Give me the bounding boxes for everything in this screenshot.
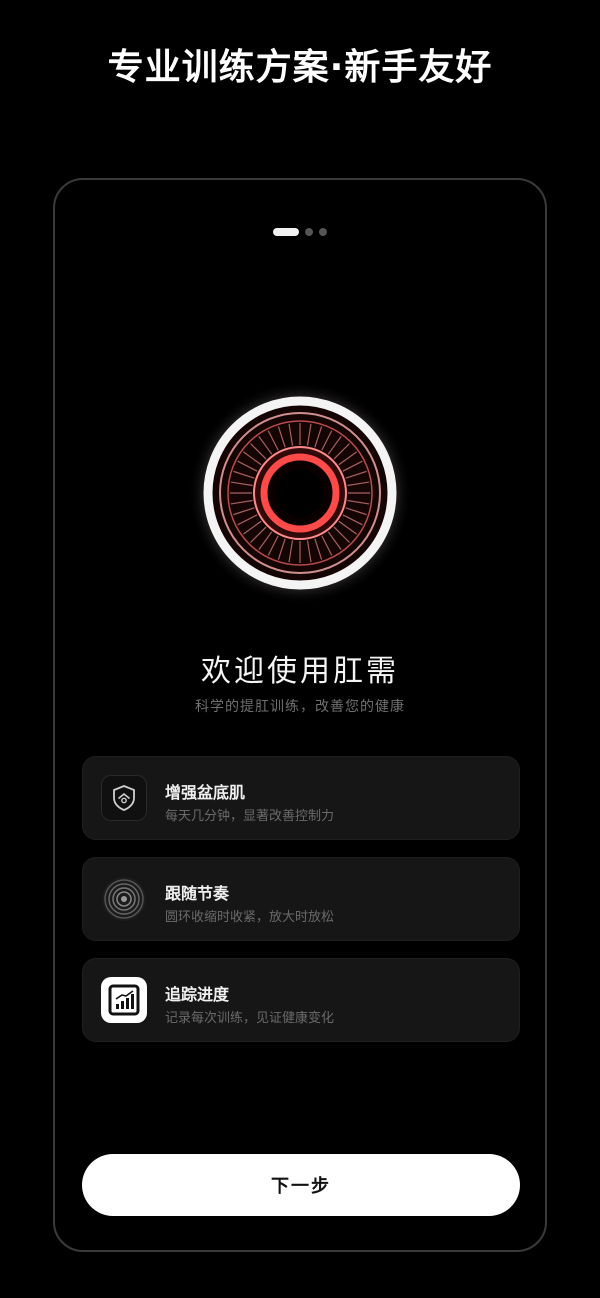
page-dot: [305, 228, 313, 236]
feature-card-progress: 追踪进度 记录每次训练，见证健康变化: [82, 958, 520, 1042]
next-step-button[interactable]: 下一步: [82, 1154, 520, 1216]
feature-card-pelvic: 增强盆底肌 每天几分钟，显著改善控制力: [82, 756, 520, 840]
breathing-ring-icon: [188, 381, 412, 605]
page-dot-active: [273, 228, 299, 236]
feature-description: 每天几分钟，显著改善控制力: [165, 809, 335, 824]
phone-frame: 欢迎使用肛需 科学的提肛训练，改善您的健康 增强盆底肌 每天几分钟，显著改善控制…: [53, 178, 547, 1252]
feature-card-rhythm: 跟随节奏 圆环收缩时收紧，放大时放松: [82, 857, 520, 941]
welcome-title: 欢迎使用肛需: [201, 654, 399, 689]
page-indicator: [55, 228, 545, 236]
promo-headline: 专业训练方案·新手友好: [107, 47, 493, 88]
page-dot: [319, 228, 327, 236]
feature-title: 跟随节奏: [165, 884, 230, 903]
feature-title: 追踪进度: [165, 985, 230, 1004]
welcome-subtitle: 科学的提肛训练，改善您的健康: [195, 699, 405, 715]
feature-description: 圆环收缩时收紧，放大时放松: [165, 910, 335, 925]
feature-title: 增强盆底肌: [165, 783, 246, 802]
feature-description: 记录每次训练，见证健康变化: [165, 1011, 335, 1026]
concentric-rings-icon: [101, 876, 147, 922]
breathing-ring-graphic: [187, 380, 413, 606]
shield-home-icon: [101, 775, 147, 821]
progress-chart-icon: [101, 977, 147, 1023]
